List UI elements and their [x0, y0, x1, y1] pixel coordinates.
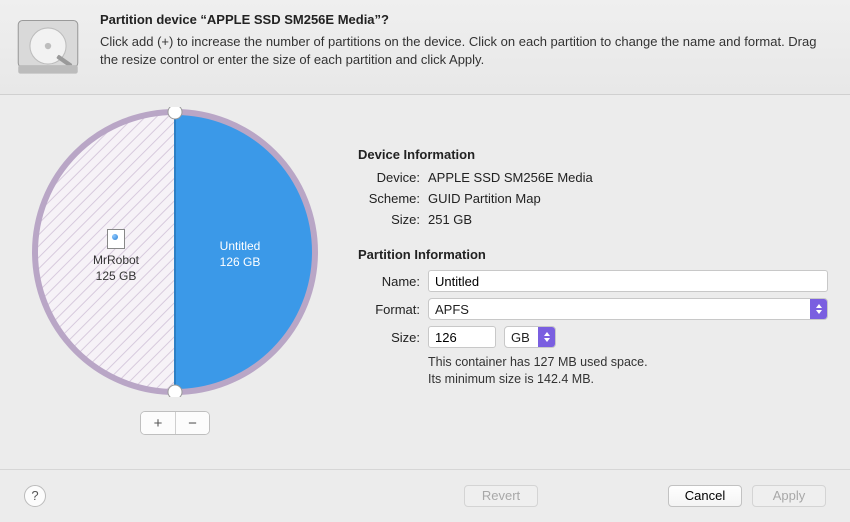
size-label: Size: — [358, 330, 420, 345]
help-button[interactable]: ? — [24, 485, 46, 507]
partition-name-input[interactable] — [428, 270, 828, 292]
format-select[interactable]: APFS — [428, 298, 828, 320]
dialog-description: Click add (+) to increase the number of … — [100, 33, 830, 68]
scheme-value: GUID Partition Map — [428, 191, 828, 206]
device-value: APPLE SSD SM256E Media — [428, 170, 828, 185]
dialog-body: MrRobot 125 GB Untitled 126 GB + − Devic… — [0, 95, 850, 469]
partition-info-title: Partition Information — [358, 247, 828, 262]
dialog-header: Partition device “APPLE SSD SM256E Media… — [0, 0, 850, 95]
partition-pie[interactable]: MrRobot 125 GB Untitled 126 GB — [30, 107, 320, 397]
chevron-updown-icon — [810, 299, 827, 319]
scheme-label: Scheme: — [358, 191, 420, 206]
dialog-title: Partition device “APPLE SSD SM256E Media… — [100, 12, 830, 27]
device-size-value: 251 GB — [428, 212, 828, 227]
partition-add-remove: + − — [140, 411, 210, 435]
name-label: Name: — [358, 274, 420, 289]
format-label: Format: — [358, 302, 420, 317]
partition-size-input[interactable] — [428, 326, 496, 348]
device-size-label: Size: — [358, 212, 420, 227]
add-partition-button[interactable]: + — [141, 412, 175, 434]
revert-button[interactable]: Revert — [464, 485, 538, 507]
device-label: Device: — [358, 170, 420, 185]
cancel-button[interactable]: Cancel — [668, 485, 742, 507]
chevron-updown-icon — [538, 327, 555, 347]
info-column: Device Information Device: APPLE SSD SM2… — [358, 105, 828, 459]
apply-button[interactable]: Apply — [752, 485, 826, 507]
remove-partition-button[interactable]: − — [175, 412, 209, 434]
size-unit-select[interactable]: GB — [504, 326, 556, 348]
hard-drive-icon — [14, 12, 82, 80]
dialog-footer: ? Revert Cancel Apply — [0, 469, 850, 521]
size-hint: This container has 127 MB used space. It… — [428, 354, 828, 388]
device-info-title: Device Information — [358, 147, 828, 162]
partition-pie-column: MrRobot 125 GB Untitled 126 GB + − — [20, 105, 330, 459]
